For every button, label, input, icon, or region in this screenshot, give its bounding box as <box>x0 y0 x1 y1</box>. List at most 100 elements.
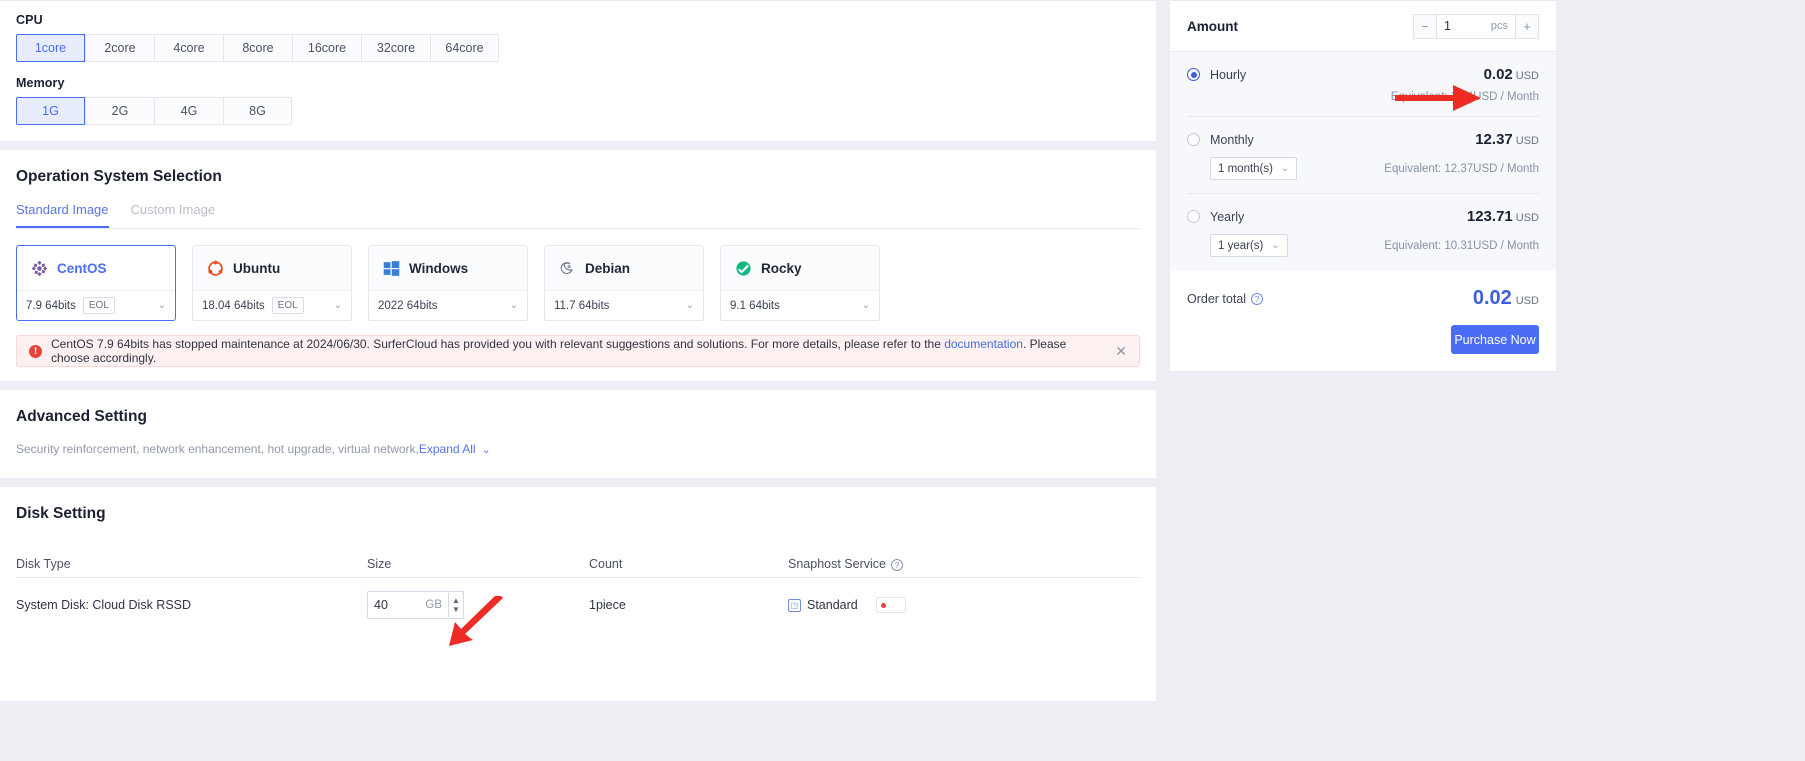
duration-select-yearly[interactable]: 1 year(s) ⌄ <box>1210 234 1288 257</box>
memory-option-1g[interactable]: 1G <box>16 97 85 125</box>
cpu-option-32core[interactable]: 32core <box>361 34 430 62</box>
os-version-selector[interactable]: 18.04 64bits EOL ⌄ <box>193 290 351 320</box>
billing-plan-list: Hourly 0.02 USD Equivalent: 14.4USD / Month… <box>1170 51 1556 270</box>
os-version-selector[interactable]: 7.9 64bits EOL ⌄ <box>17 290 175 320</box>
os-card-rocky[interactable]: Rocky 9.1 64bits ⌄ <box>720 245 880 321</box>
cpu-option-1core[interactable]: 1core <box>16 34 85 62</box>
plan-price: 12.37 USD <box>1475 131 1539 148</box>
os-card-name: Rocky <box>761 260 802 276</box>
cpu-option-8core[interactable]: 8core <box>223 34 292 62</box>
plan-price-value: 0.02 <box>1483 66 1513 83</box>
disk-count-value: 1piece <box>589 598 626 612</box>
order-total-value: 0.02 USD <box>1472 287 1539 309</box>
os-card-list: CentOS 7.9 64bits EOL ⌄ Ubuntu 18.04 64bits EO… <box>16 245 1140 321</box>
tab-custom-image[interactable]: Custom Image <box>131 202 216 228</box>
documentation-link[interactable]: documentation <box>944 337 1023 351</box>
memory-label: Memory <box>16 76 65 90</box>
chevron-down-icon[interactable]: ⌄ <box>862 300 870 311</box>
purchase-page: CPU 1core 2core 4core 8core 16core 32core 64co… <box>0 0 1805 761</box>
os-card-ubuntu[interactable]: Ubuntu 18.04 64bits EOL ⌄ <box>192 245 352 321</box>
cpu-option-group: 1core 2core 4core 8core 16core 32core 64core <box>16 34 1140 62</box>
os-card-name: Windows <box>409 260 469 276</box>
expand-all-link[interactable]: Expand All <box>419 442 476 456</box>
radio-hourly[interactable] <box>1187 68 1200 81</box>
configuration-column: CPU 1core 2core 4core 8core 16core 32core 64co… <box>0 0 1156 761</box>
os-card-windows[interactable]: Windows 2022 64bits ⌄ <box>368 245 528 321</box>
os-version-value: 2022 64bits <box>378 299 438 312</box>
disk-table-header: Disk Type Size Count Snaphost Service? <box>16 551 1140 577</box>
warning-message: CentOS 7.9 64bits has stopped maintenanc… <box>51 337 1106 365</box>
snapshot-label: Standard <box>807 598 858 612</box>
billing-plan-hourly[interactable]: Hourly 0.02 USD Equivalent: 14.4USD / Month <box>1187 52 1539 117</box>
tab-standard-image[interactable]: Standard Image <box>16 202 109 228</box>
amount-label: Amount <box>1187 18 1238 34</box>
chevron-down-icon[interactable]: ⌄ <box>510 300 518 311</box>
os-image-tabs: Standard Image Custom Image <box>16 202 1140 229</box>
cpu-memory-card: CPU 1core 2core 4core 8core 16core 32core 64co… <box>0 0 1156 141</box>
os-version-selector[interactable]: 2022 64bits ⌄ <box>369 290 527 320</box>
order-total-row: Order total? 0.02 USD <box>1187 287 1539 310</box>
snapshot-toggle[interactable] <box>875 597 906 613</box>
disk-header-size: Size <box>367 557 392 571</box>
disk-size-unit: GB <box>425 599 442 611</box>
plan-price-value: 12.37 <box>1475 131 1513 148</box>
plan-equivalent: Equivalent: 12.37USD / Month <box>1384 162 1539 175</box>
plan-name: Yearly <box>1210 209 1245 224</box>
disk-setting-title: Disk Setting <box>16 505 106 522</box>
order-total-section: Order total? 0.02 USD Purchase Now <box>1170 270 1556 371</box>
stepper-down-icon[interactable]: ▼ <box>452 605 460 614</box>
eol-badge: EOL <box>82 297 115 314</box>
cpu-option-64core[interactable]: 64core <box>430 34 499 62</box>
amount-section: Amount − 1 pcs + <box>1170 0 1556 51</box>
order-total-currency: USD <box>1515 295 1539 307</box>
os-version-selector[interactable]: 11.7 64bits ⌄ <box>545 290 703 320</box>
os-card-debian[interactable]: Debian 11.7 64bits ⌄ <box>544 245 704 321</box>
stepper-up-icon[interactable]: ▲ <box>452 596 460 605</box>
close-icon[interactable]: ✕ <box>1115 343 1127 360</box>
quantity-decrease-button[interactable]: − <box>1413 13 1437 39</box>
disk-header-count: Count <box>589 557 623 571</box>
advanced-description-text: Security reinforcement, network enhancem… <box>16 442 419 456</box>
billing-plan-monthly[interactable]: Monthly 12.37 USD 1 month(s) ⌄ Equivalent: 12… <box>1187 117 1539 194</box>
memory-option-8g[interactable]: 8G <box>223 97 292 125</box>
os-section-title: Operation System Selection <box>16 168 222 185</box>
ubuntu-icon <box>207 260 224 277</box>
duration-select-monthly[interactable]: 1 month(s) ⌄ <box>1210 157 1298 180</box>
memory-option-4g[interactable]: 4G <box>154 97 223 125</box>
quantity-increase-button[interactable]: + <box>1515 13 1539 39</box>
quantity-value: 1 <box>1444 19 1451 33</box>
plan-header: Monthly 12.37 USD <box>1187 131 1539 148</box>
os-version-selector[interactable]: 9.1 64bits ⌄ <box>721 290 879 320</box>
chevron-down-icon[interactable]: ⌄ <box>1271 240 1279 251</box>
purchase-now-button[interactable]: Purchase Now <box>1451 325 1539 354</box>
cpu-option-4core[interactable]: 4core <box>154 34 223 62</box>
quantity-unit: pcs <box>1490 20 1508 32</box>
centos-icon <box>31 260 48 277</box>
advanced-setting-title: Advanced Setting <box>16 408 147 425</box>
disk-size-stepper[interactable]: ▲ ▼ <box>449 591 464 619</box>
plan-equivalent: Equivalent: 14.4USD / Month <box>1390 91 1539 103</box>
disk-table-row: System Disk: Cloud Disk RSSD 40 GB ▲ ▼ 1… <box>16 577 1140 632</box>
os-card-header: Windows <box>369 246 527 290</box>
help-icon[interactable]: ? <box>890 558 903 571</box>
purchase-button-row: Purchase Now <box>1187 310 1539 354</box>
chevron-down-icon[interactable]: ⌄ <box>1281 163 1289 174</box>
disk-header-type: Disk Type <box>16 557 71 571</box>
os-card-centos[interactable]: CentOS 7.9 64bits EOL ⌄ <box>16 245 176 321</box>
cpu-option-16core[interactable]: 16core <box>292 34 361 62</box>
radio-yearly[interactable] <box>1187 210 1200 223</box>
radio-monthly[interactable] <box>1187 133 1200 146</box>
chevron-down-icon[interactable]: ⌄ <box>482 444 491 456</box>
disk-size-input[interactable]: 40 GB <box>367 591 449 619</box>
quantity-input[interactable]: 1 pcs <box>1437 13 1515 39</box>
chevron-down-icon[interactable]: ⌄ <box>686 300 694 311</box>
advanced-setting-description: Security reinforcement, network enhancem… <box>16 442 1140 456</box>
debian-icon <box>559 260 576 277</box>
chevron-down-icon[interactable]: ⌄ <box>334 300 342 311</box>
cpu-option-2core[interactable]: 2core <box>85 34 154 62</box>
disk-table: Disk Type Size Count Snaphost Service? S… <box>16 551 1140 632</box>
order-total-help-icon[interactable]: ? <box>1251 293 1264 306</box>
chevron-down-icon[interactable]: ⌄ <box>158 300 166 311</box>
memory-option-2g[interactable]: 2G <box>85 97 154 125</box>
billing-plan-yearly[interactable]: Yearly 123.71 USD 1 year(s) ⌄ Equivalent: 10.… <box>1187 194 1539 270</box>
